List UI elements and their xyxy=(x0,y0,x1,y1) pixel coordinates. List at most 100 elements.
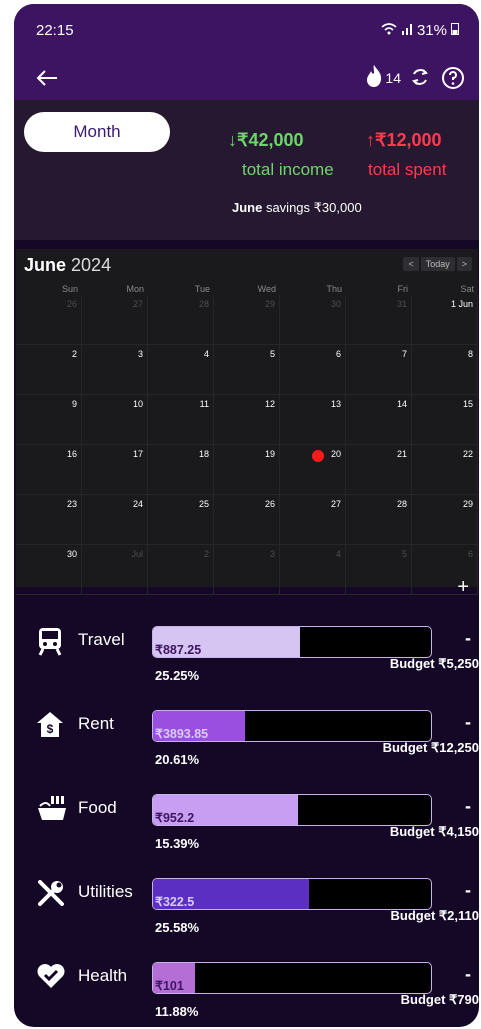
calendar-day[interactable]: 27 xyxy=(280,495,346,545)
budget-progress-bar: ₹952.2 xyxy=(152,794,432,826)
spent-amount: ₹952.2 xyxy=(155,811,195,825)
calendar-day[interactable]: 4 xyxy=(148,345,214,395)
sync-icon[interactable] xyxy=(409,66,431,93)
calendar-day[interactable]: 28 xyxy=(148,295,214,345)
calendar-day[interactable]: 29 xyxy=(214,295,280,345)
category-label: Utilities xyxy=(78,882,133,901)
calendar-day[interactable]: 23 xyxy=(16,495,82,545)
calendar-day[interactable]: Jul xyxy=(82,545,148,595)
budget-amount: Budget ₹5,250 xyxy=(389,656,479,671)
calendar-day[interactable]: 28 xyxy=(346,495,412,545)
weekday-label: Wed xyxy=(257,284,276,294)
app-screen: 22:15 31% 14 Month ↓₹42,000 total income… xyxy=(14,4,479,1027)
calendar-day[interactable]: 29 xyxy=(412,495,478,545)
calendar-month: June xyxy=(24,255,67,275)
category-label: Travel xyxy=(78,630,125,649)
category-row-health[interactable]: Health ₹101 11.88% Budget ₹790 - xyxy=(14,958,479,1027)
battery-text: 31% xyxy=(416,22,447,39)
remove-category-button[interactable]: - xyxy=(465,712,471,733)
calendar-day[interactable]: 25 xyxy=(148,495,214,545)
budget-amount: Budget ₹2,110 xyxy=(390,908,479,923)
summary-panel: Month ↓₹42,000 total income ↑₹12,000 tot… xyxy=(14,100,479,240)
streak-indicator[interactable]: 14 xyxy=(365,64,401,91)
savings-text: savings ₹30,000 xyxy=(262,200,362,215)
calendar-day[interactable]: 12 xyxy=(214,395,280,445)
calendar-day[interactable]: 31 xyxy=(346,295,412,345)
calendar-year: 2024 xyxy=(71,255,112,275)
top-bar: 22:15 31% 14 xyxy=(14,4,479,100)
calendar-day[interactable]: 2 xyxy=(16,345,82,395)
spent-amount: ₹101 xyxy=(155,979,184,993)
remove-category-button[interactable]: - xyxy=(465,628,471,649)
budget-progress-bar: ₹887.25 xyxy=(152,626,432,658)
back-arrow-icon[interactable] xyxy=(36,68,58,92)
flame-icon xyxy=(365,64,383,91)
spent-percent: 25.25% xyxy=(155,668,200,683)
calendar-title: June 2024 xyxy=(24,255,111,276)
wifi-icon xyxy=(381,22,397,39)
calendar-next-button[interactable]: > xyxy=(456,257,472,271)
spent-percent: 25.58% xyxy=(155,920,200,935)
calendar-day[interactable]: 2 xyxy=(148,545,214,595)
weekday-label: Tue xyxy=(194,284,210,294)
calendar-prev-button[interactable]: < xyxy=(403,257,419,271)
calendar-day[interactable]: 30 xyxy=(16,545,82,595)
budget-progress-bar: ₹101 xyxy=(152,962,432,994)
today-marker xyxy=(312,450,324,462)
weekday-label: Sat xyxy=(460,284,474,294)
help-icon[interactable] xyxy=(441,66,465,95)
calendar-day[interactable]: 15 xyxy=(412,395,478,445)
calendar-day[interactable]: 8 xyxy=(412,345,478,395)
calendar-today-button[interactable]: Today xyxy=(420,257,455,271)
calendar: June 2024 < Today > Sun Mon Tue Wed Thu Fri Sa… xyxy=(16,249,478,595)
spent-percent: 11.88% xyxy=(155,1004,199,1019)
category-label: Health xyxy=(78,966,128,985)
budget-progress-bar: ₹322.5 xyxy=(152,878,432,910)
budget-amount: Budget ₹790 xyxy=(400,992,479,1007)
signal-icon xyxy=(401,22,413,39)
food-icon xyxy=(36,794,66,824)
calendar-day[interactable]: 16 xyxy=(16,445,82,495)
period-selector[interactable]: Month xyxy=(24,112,170,152)
calendar-day[interactable]: 18 xyxy=(148,445,214,495)
svg-text:$: $ xyxy=(47,722,54,736)
remove-category-button[interactable]: - xyxy=(465,796,471,817)
calendar-day[interactable]: 5 xyxy=(346,545,412,595)
remove-category-button[interactable]: - xyxy=(465,880,471,901)
calendar-day[interactable]: 13 xyxy=(280,395,346,445)
spent-amount: ₹887.25 xyxy=(155,643,202,657)
calendar-day[interactable]: 4 xyxy=(280,545,346,595)
calendar-day[interactable]: 24 xyxy=(82,495,148,545)
heart-icon xyxy=(36,962,66,992)
remove-category-button[interactable]: - xyxy=(465,964,471,985)
calendar-day[interactable]: 10 xyxy=(82,395,148,445)
tools-icon xyxy=(36,878,66,908)
budget-amount: Budget ₹12,250 xyxy=(382,740,479,755)
calendar-day[interactable]: 1 Jun xyxy=(412,295,478,345)
calendar-day[interactable]: 3 xyxy=(82,345,148,395)
calendar-day[interactable]: 19 xyxy=(214,445,280,495)
weekday-label: Fri xyxy=(397,284,409,294)
calendar-day[interactable]: 14 xyxy=(346,395,412,445)
calendar-day[interactable]: 30 xyxy=(280,295,346,345)
calendar-day[interactable]: 6 xyxy=(280,345,346,395)
status-time: 22:15 xyxy=(36,22,74,39)
calendar-day[interactable]: 17 xyxy=(82,445,148,495)
calendar-day[interactable]: 9 xyxy=(16,395,82,445)
calendar-day[interactable]: 27 xyxy=(82,295,148,345)
calendar-day[interactable]: 3 xyxy=(214,545,280,595)
house-dollar-icon: $ xyxy=(36,710,66,740)
calendar-day[interactable]: 22 xyxy=(412,445,478,495)
calendar-day[interactable]: 26 xyxy=(16,295,82,345)
budget-progress-bar: ₹3893.85 xyxy=(152,710,432,742)
calendar-day[interactable]: 5 xyxy=(214,345,280,395)
category-label: Rent xyxy=(78,714,114,733)
add-category-button[interactable]: + xyxy=(457,576,469,599)
calendar-day[interactable]: 26 xyxy=(214,495,280,545)
calendar-day[interactable]: 11 xyxy=(148,395,214,445)
spent-amount: ₹3893.85 xyxy=(155,727,209,741)
calendar-day[interactable]: 7 xyxy=(346,345,412,395)
train-icon xyxy=(36,626,66,656)
calendar-day[interactable]: 21 xyxy=(346,445,412,495)
calendar-nav: < Today > xyxy=(403,257,472,271)
